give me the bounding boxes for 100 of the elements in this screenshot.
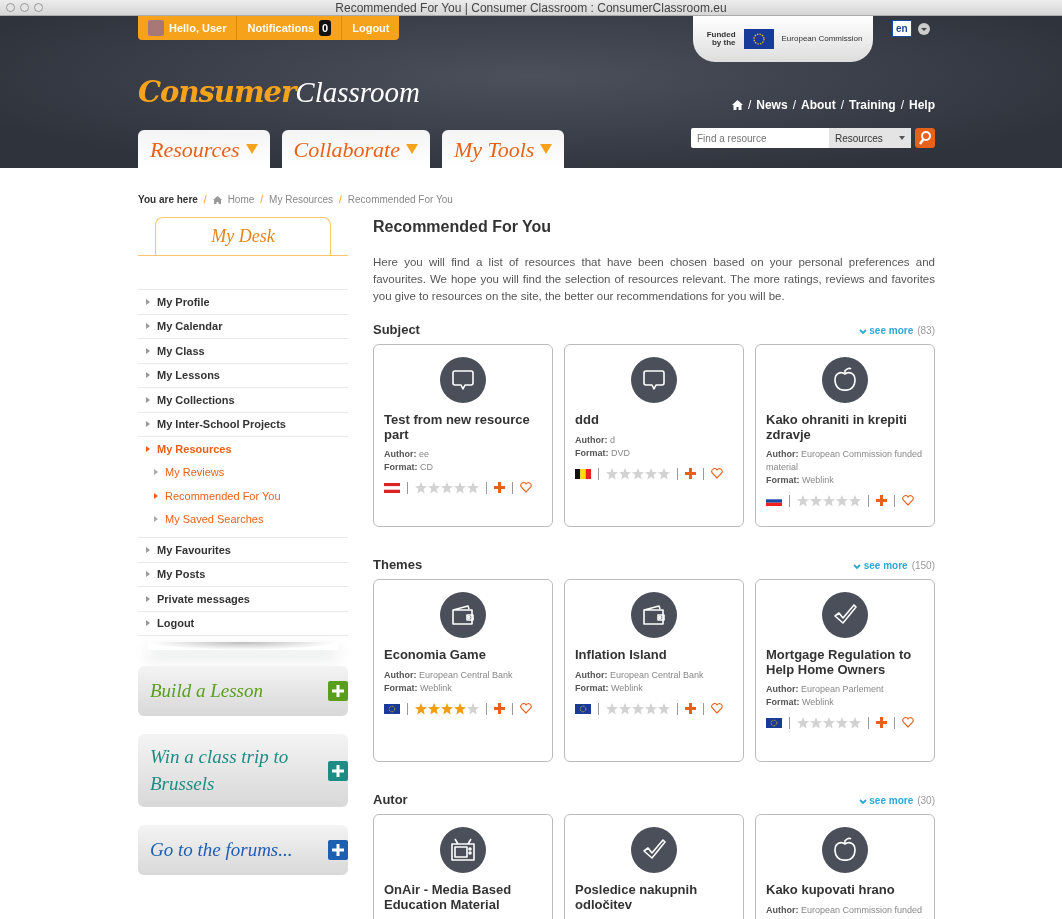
resource-card[interactable]: Test from new resource part Author: ee Format: CD [373, 344, 553, 528]
breadcrumb-link[interactable]: My Resources [269, 192, 333, 207]
star-rating[interactable] [606, 467, 670, 480]
resource-title[interactable]: Kako kupovati hrano [766, 883, 924, 898]
nav-separator: / [840, 97, 844, 114]
star-rating[interactable] [415, 702, 479, 715]
breadcrumb-current: Recommended For You [347, 193, 453, 207]
resource-title[interactable]: Inflation Island [575, 648, 733, 663]
resource-title[interactable]: Test from new resource part [384, 413, 542, 442]
eu-flag-icon [743, 29, 774, 49]
resource-title[interactable]: Posledice nakupnih odločitev [575, 883, 733, 912]
caret-icon [899, 136, 905, 140]
chevron-icon [852, 563, 861, 570]
star-icon [645, 467, 657, 480]
menu-item[interactable]: My Collections [138, 388, 348, 412]
menu-item[interactable]: My Reviews [138, 460, 348, 484]
my-desk-title: My Desk [155, 217, 331, 255]
format-text: Format: Weblink [575, 681, 644, 695]
menu-item[interactable]: Recommended For You [138, 484, 348, 508]
notification-count: 0 [319, 19, 332, 37]
resource-card[interactable]: Kako ohraniti in krepiti zdravje Author: European Commission funded material Format: Weblink [755, 344, 935, 528]
menu-item[interactable]: Logout [138, 611, 348, 635]
search-field[interactable]: Find a resource [691, 128, 829, 148]
menu-item[interactable]: My Calendar [138, 314, 348, 338]
star-icon [467, 481, 479, 494]
chevron-icon [858, 328, 867, 335]
heart-icon[interactable] [902, 717, 914, 729]
plus-icon[interactable] [494, 482, 505, 494]
menu-item[interactable]: My Posts [138, 562, 348, 586]
menu-item[interactable]: My Inter-School Projects [138, 412, 348, 436]
plus-icon[interactable] [494, 703, 505, 715]
heart-icon[interactable] [711, 468, 723, 480]
star-rating[interactable] [797, 716, 861, 729]
home-icon [212, 195, 222, 204]
star-icon [836, 494, 848, 507]
breadcrumb-link[interactable]: Home [227, 192, 255, 207]
resource-card[interactable]: Posledice nakupnih odločitev [564, 814, 744, 919]
heart-icon[interactable] [902, 495, 914, 507]
star-icon [797, 494, 809, 507]
promo-text: Build a Lesson [150, 678, 263, 703]
home-icon[interactable] [731, 100, 743, 110]
star-rating[interactable] [797, 494, 861, 507]
nav-link[interactable]: About [800, 96, 836, 114]
menu-item[interactable]: My Favourites [138, 538, 348, 562]
plus-icon[interactable] [876, 495, 887, 507]
resource-card[interactable]: ddd Author: d Format: DVD [564, 344, 744, 528]
scope-dropdown[interactable]: Resources [829, 128, 911, 148]
menu-item[interactable]: My Profile [138, 290, 348, 314]
promo-text: Go to the forums... [150, 837, 293, 862]
heart-icon[interactable] [711, 703, 723, 715]
star-icon [632, 702, 644, 715]
format-text: Format: Weblink [766, 473, 835, 487]
star-icon [619, 467, 631, 480]
window-controls[interactable] [6, 3, 43, 12]
breadcrumb-separator: / [260, 193, 264, 207]
avatar-placeholder [148, 20, 164, 36]
format-text: Format: DVD [575, 446, 631, 460]
apple-icon [822, 827, 868, 874]
plus-icon[interactable] [685, 468, 696, 480]
heart-icon[interactable] [520, 482, 532, 494]
resource-title[interactable]: Mortgage Regulation to Help Home Owners [766, 648, 924, 677]
language-selector[interactable]: en [892, 20, 912, 37]
star-icon [428, 481, 440, 494]
speech-bubble-icon [440, 357, 486, 404]
menu-item[interactable]: My Class [138, 339, 348, 363]
section-title: Themes [373, 557, 423, 573]
star-icon [441, 481, 453, 494]
resource-card[interactable]: Economia Game Author: European Central Bank Format: Weblink [373, 579, 553, 763]
resource-card[interactable]: Inflation Island Author: European Central Bank Format: Weblink [564, 579, 744, 763]
menu-item[interactable]: Private messages [138, 587, 348, 611]
resource-title[interactable]: Kako ohraniti in krepiti zdravje [766, 413, 924, 442]
format-text: Format: Weblink [766, 695, 835, 709]
search-button[interactable] [915, 128, 935, 148]
heart-icon[interactable] [520, 703, 532, 715]
format-text: Format: CD [384, 460, 434, 474]
resource-card[interactable]: OnAir - Media Based Education Material [373, 814, 553, 919]
star-rating[interactable] [606, 702, 670, 715]
caret-icon [405, 144, 418, 154]
resource-title[interactable]: OnAir - Media Based Education Material [384, 883, 542, 912]
plus-icon[interactable] [685, 703, 696, 715]
section-title: Autor [373, 792, 408, 808]
star-rating[interactable] [415, 481, 479, 494]
nav-link[interactable]: News [756, 96, 788, 114]
plus-icon[interactable] [876, 717, 887, 729]
resource-card[interactable]: Kako kupovati hrano Author: European Commission funded [755, 814, 935, 919]
dropdown-icon[interactable] [917, 22, 930, 35]
resource-card[interactable]: Mortgage Regulation to Help Home Owners Author: European Parlement Format: Weblink [755, 579, 935, 763]
site-logo[interactable]: ConsumerClassroom [138, 78, 420, 107]
author-text: Author: European Central Bank [575, 668, 705, 682]
commission-text: European Commission [781, 35, 863, 43]
menu-item[interactable]: My Lessons [138, 363, 348, 387]
nav-link[interactable]: Help [909, 96, 935, 114]
resource-title[interactable]: ddd [575, 413, 733, 428]
star-icon [467, 702, 479, 715]
resource-title[interactable]: Economia Game [384, 648, 542, 663]
notifications-link[interactable]: Notifications 0 [237, 16, 343, 40]
menu-item[interactable]: My Saved Searches [138, 507, 348, 531]
promo-banner[interactable]: Go to the forums... [138, 825, 348, 876]
star-icon [632, 467, 644, 480]
nav-link[interactable]: Training [848, 96, 896, 114]
